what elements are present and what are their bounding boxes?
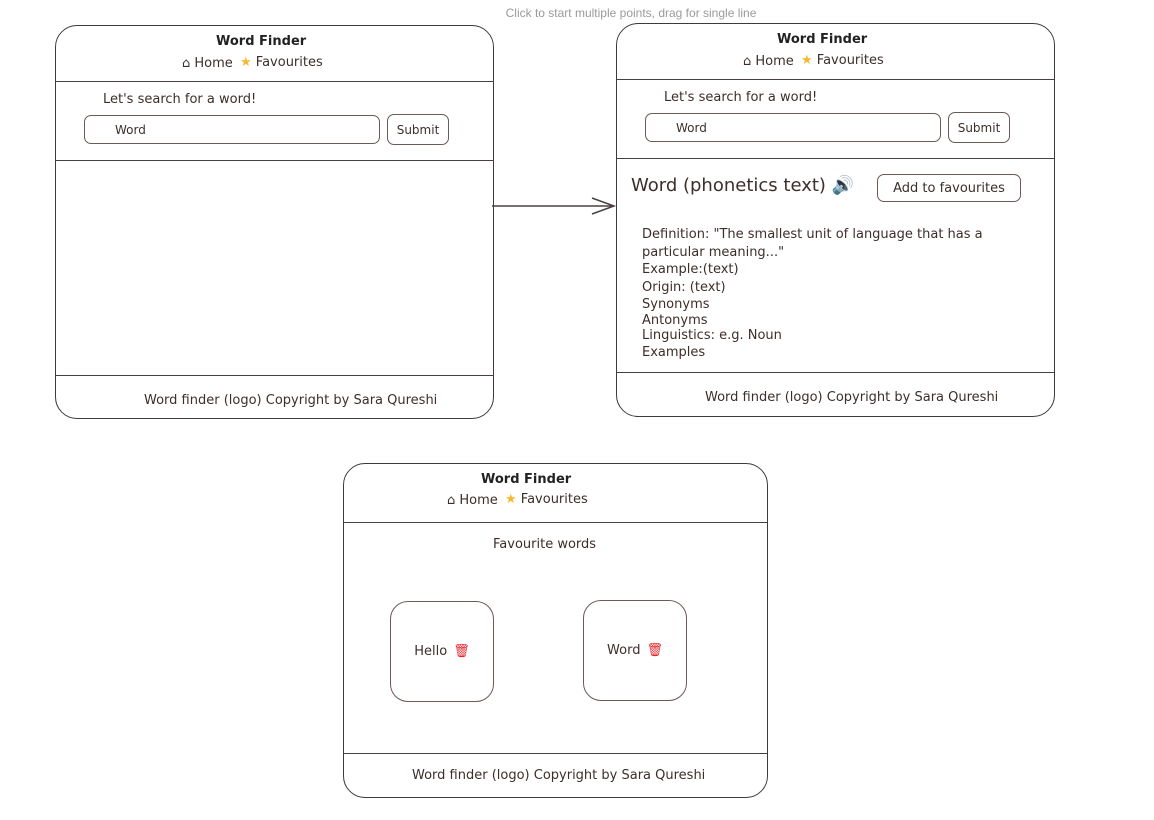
antonyms-line: Antonyms <box>642 312 708 328</box>
app-title: Word Finder <box>216 34 307 49</box>
favourite-card[interactable]: Hello 🗑 <box>390 601 494 702</box>
submit-button[interactable]: Submit <box>948 112 1010 143</box>
definition-line: Definition: "The smallest unit of langua… <box>642 227 983 242</box>
trash-icon[interactable]: 🗑 <box>646 643 663 658</box>
app-title: Word Finder <box>481 472 572 487</box>
star-icon: ★ <box>505 492 517 507</box>
nav-home[interactable]: ⌂ Home <box>743 54 794 69</box>
nav-home-label: Home <box>755 54 794 69</box>
nav-favourites[interactable]: ★ Favourites <box>505 492 588 507</box>
wireframe-search-page: Word Finder ⌂ Home ★ Favourites Let's se… <box>55 25 494 419</box>
nav-favourites-label: Favourites <box>255 55 323 70</box>
search-prompt: Let's search for a word! <box>664 90 818 105</box>
star-icon: ★ <box>240 55 252 70</box>
speaker-icon[interactable]: 🔊 <box>832 175 854 196</box>
definition-block: Definition: "The smallest unit of langua… <box>642 226 983 361</box>
favourite-card[interactable]: Word 🗑 <box>583 600 687 701</box>
divider <box>56 81 493 82</box>
divider <box>344 753 767 754</box>
divider <box>617 79 1054 80</box>
search-input[interactable]: Word <box>84 115 380 144</box>
example-line: Example:(text) <box>642 262 739 277</box>
nav-home[interactable]: ⌂ Home <box>447 493 498 508</box>
home-icon: ⌂ <box>743 54 752 69</box>
flow-arrow <box>492 197 617 215</box>
definition-line-2: particular meaning..." <box>642 244 785 260</box>
wireframe-result-page: Word Finder ⌂ Home ★ Favourites Let's se… <box>616 23 1055 417</box>
divider <box>56 375 493 376</box>
nav-home-label: Home <box>194 56 233 71</box>
word-heading-text: Word (phonetics text) <box>631 175 826 196</box>
submit-button[interactable]: Submit <box>387 114 449 145</box>
examples-line: Examples <box>642 344 706 360</box>
linguistics-line: Linguistics: e.g. Noun <box>642 327 782 343</box>
home-icon: ⌂ <box>182 56 191 71</box>
footer: Word finder (logo) Copyright by Sara Qur… <box>412 768 706 783</box>
star-icon: ★ <box>801 53 813 68</box>
home-icon: ⌂ <box>447 493 456 508</box>
divider <box>56 160 493 161</box>
add-to-favourites-button[interactable]: Add to favourites <box>877 174 1021 202</box>
wireframe-favourites-page: Word Finder ⌂ Home ★ Favourites Favourit… <box>343 463 768 798</box>
footer: Word finder (logo) Copyright by Sara Qur… <box>144 393 438 408</box>
origin-line: Origin: (text) <box>642 279 726 295</box>
trash-icon[interactable]: 🗑 <box>453 644 470 659</box>
search-input[interactable]: Word <box>645 113 941 142</box>
favourite-word: Word <box>607 643 641 658</box>
nav-favourites[interactable]: ★ Favourites <box>801 53 884 68</box>
word-heading: Word (phonetics text) 🔊 <box>631 175 854 196</box>
synonyms-line: Synonyms <box>642 297 710 312</box>
favourites-title: Favourite words <box>493 537 597 552</box>
tool-hint: Click to start multiple points, drag for… <box>505 6 757 20</box>
nav-home-label: Home <box>459 493 498 508</box>
nav-favourites-label: Favourites <box>816 53 884 68</box>
divider <box>344 522 767 523</box>
nav-home[interactable]: ⌂ Home <box>182 56 233 71</box>
nav-favourites-label: Favourites <box>520 492 588 507</box>
divider <box>617 372 1054 373</box>
footer: Word finder (logo) Copyright by Sara Qur… <box>705 390 999 405</box>
divider <box>617 158 1054 159</box>
search-prompt: Let's search for a word! <box>103 92 257 107</box>
favourite-word: Hello <box>414 644 448 659</box>
nav-favourites[interactable]: ★ Favourites <box>240 55 323 70</box>
app-title: Word Finder <box>777 32 868 47</box>
